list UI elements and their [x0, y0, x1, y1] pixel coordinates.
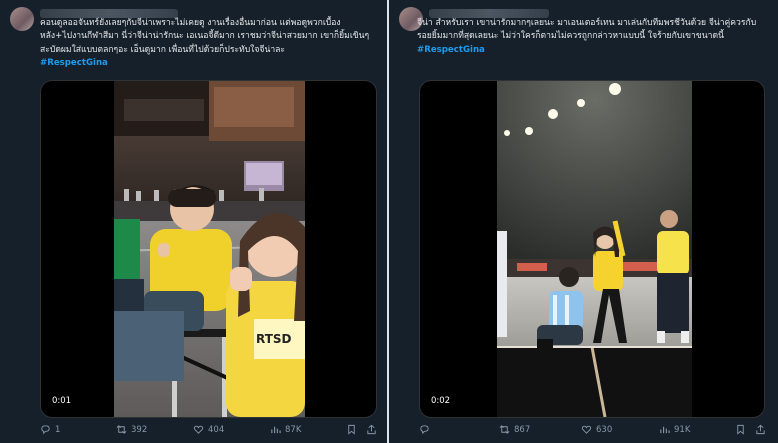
repost-icon: [499, 425, 510, 434]
reply-count: 1: [55, 424, 61, 435]
views-button[interactable]: 87K: [270, 424, 301, 435]
views-count: 91K: [674, 424, 691, 435]
tweet-text: คอนดูลออจันทร์ยังเลยๆกับจีน่าเพราะไม่เคย…: [40, 17, 370, 71]
like-count: 404: [208, 424, 225, 435]
video-frame[interactable]: RTSD: [114, 81, 305, 417]
like-icon: [581, 425, 592, 434]
repost-button[interactable]: 867: [499, 424, 530, 435]
like-count: 630: [596, 424, 613, 435]
video-player[interactable]: 0:02: [419, 80, 765, 418]
share-icon: [367, 424, 376, 435]
share-button[interactable]: [366, 424, 377, 435]
video-timestamp: 0:02: [428, 395, 454, 407]
views-count: 87K: [285, 424, 302, 435]
action-bar: 1 392 404 87K: [0, 422, 387, 440]
jersey-text: RTSD: [256, 332, 292, 346]
reply-icon: [41, 425, 50, 435]
screenshot-stage: คอนดูลออจันทร์ยังเลยๆกับจีน่าเพราะไม่เคย…: [0, 0, 778, 443]
tweet-card-right[interactable]: จีน่า สำหรับเรา เขาน่ารักมากๆเลยนะ มาเอน…: [389, 0, 778, 443]
avatar[interactable]: [10, 7, 34, 31]
video-still: RTSD: [114, 81, 305, 417]
bookmark-icon: [348, 424, 355, 435]
video-frame[interactable]: [497, 81, 692, 417]
tweet-text: จีน่า สำหรับเรา เขาน่ารักมากๆเลยนะ มาเอน…: [417, 17, 763, 57]
repost-count: 392: [131, 424, 148, 435]
hashtag-link[interactable]: #RespectGina: [417, 45, 485, 55]
share-button[interactable]: [755, 424, 766, 435]
bookmark-icon: [737, 424, 744, 435]
views-icon: [271, 426, 281, 434]
hashtag-link[interactable]: #RespectGina: [40, 58, 108, 68]
tweet-card-left[interactable]: คอนดูลออจันทร์ยังเลยๆกับจีน่าเพราะไม่เคย…: [0, 0, 387, 443]
action-bar: 867 630 91K: [389, 422, 778, 440]
video-timestamp: 0:01: [49, 395, 75, 407]
video-still: [497, 81, 692, 417]
share-icon: [756, 424, 765, 435]
bookmark-button[interactable]: [346, 424, 357, 435]
views-button[interactable]: 91K: [659, 424, 690, 435]
tweet-text-body: จีน่า สำหรับเรา เขาน่ารักมากๆเลยนะ มาเอน…: [417, 18, 757, 42]
views-icon: [660, 426, 670, 434]
bookmark-button[interactable]: [735, 424, 746, 435]
reply-button[interactable]: 1: [40, 424, 60, 435]
video-player[interactable]: RTSD 0:01: [40, 80, 377, 418]
like-button[interactable]: 404: [193, 424, 224, 435]
tweet-text-body: คอนดูลออจันทร์ยังเลยๆกับจีน่าเพราะไม่เคย…: [40, 18, 370, 55]
repost-button[interactable]: 392: [116, 424, 147, 435]
reply-icon: [420, 425, 429, 435]
repost-icon: [116, 425, 127, 434]
repost-count: 867: [514, 424, 531, 435]
like-button[interactable]: 630: [581, 424, 612, 435]
like-icon: [193, 425, 204, 434]
reply-button[interactable]: [419, 424, 434, 435]
